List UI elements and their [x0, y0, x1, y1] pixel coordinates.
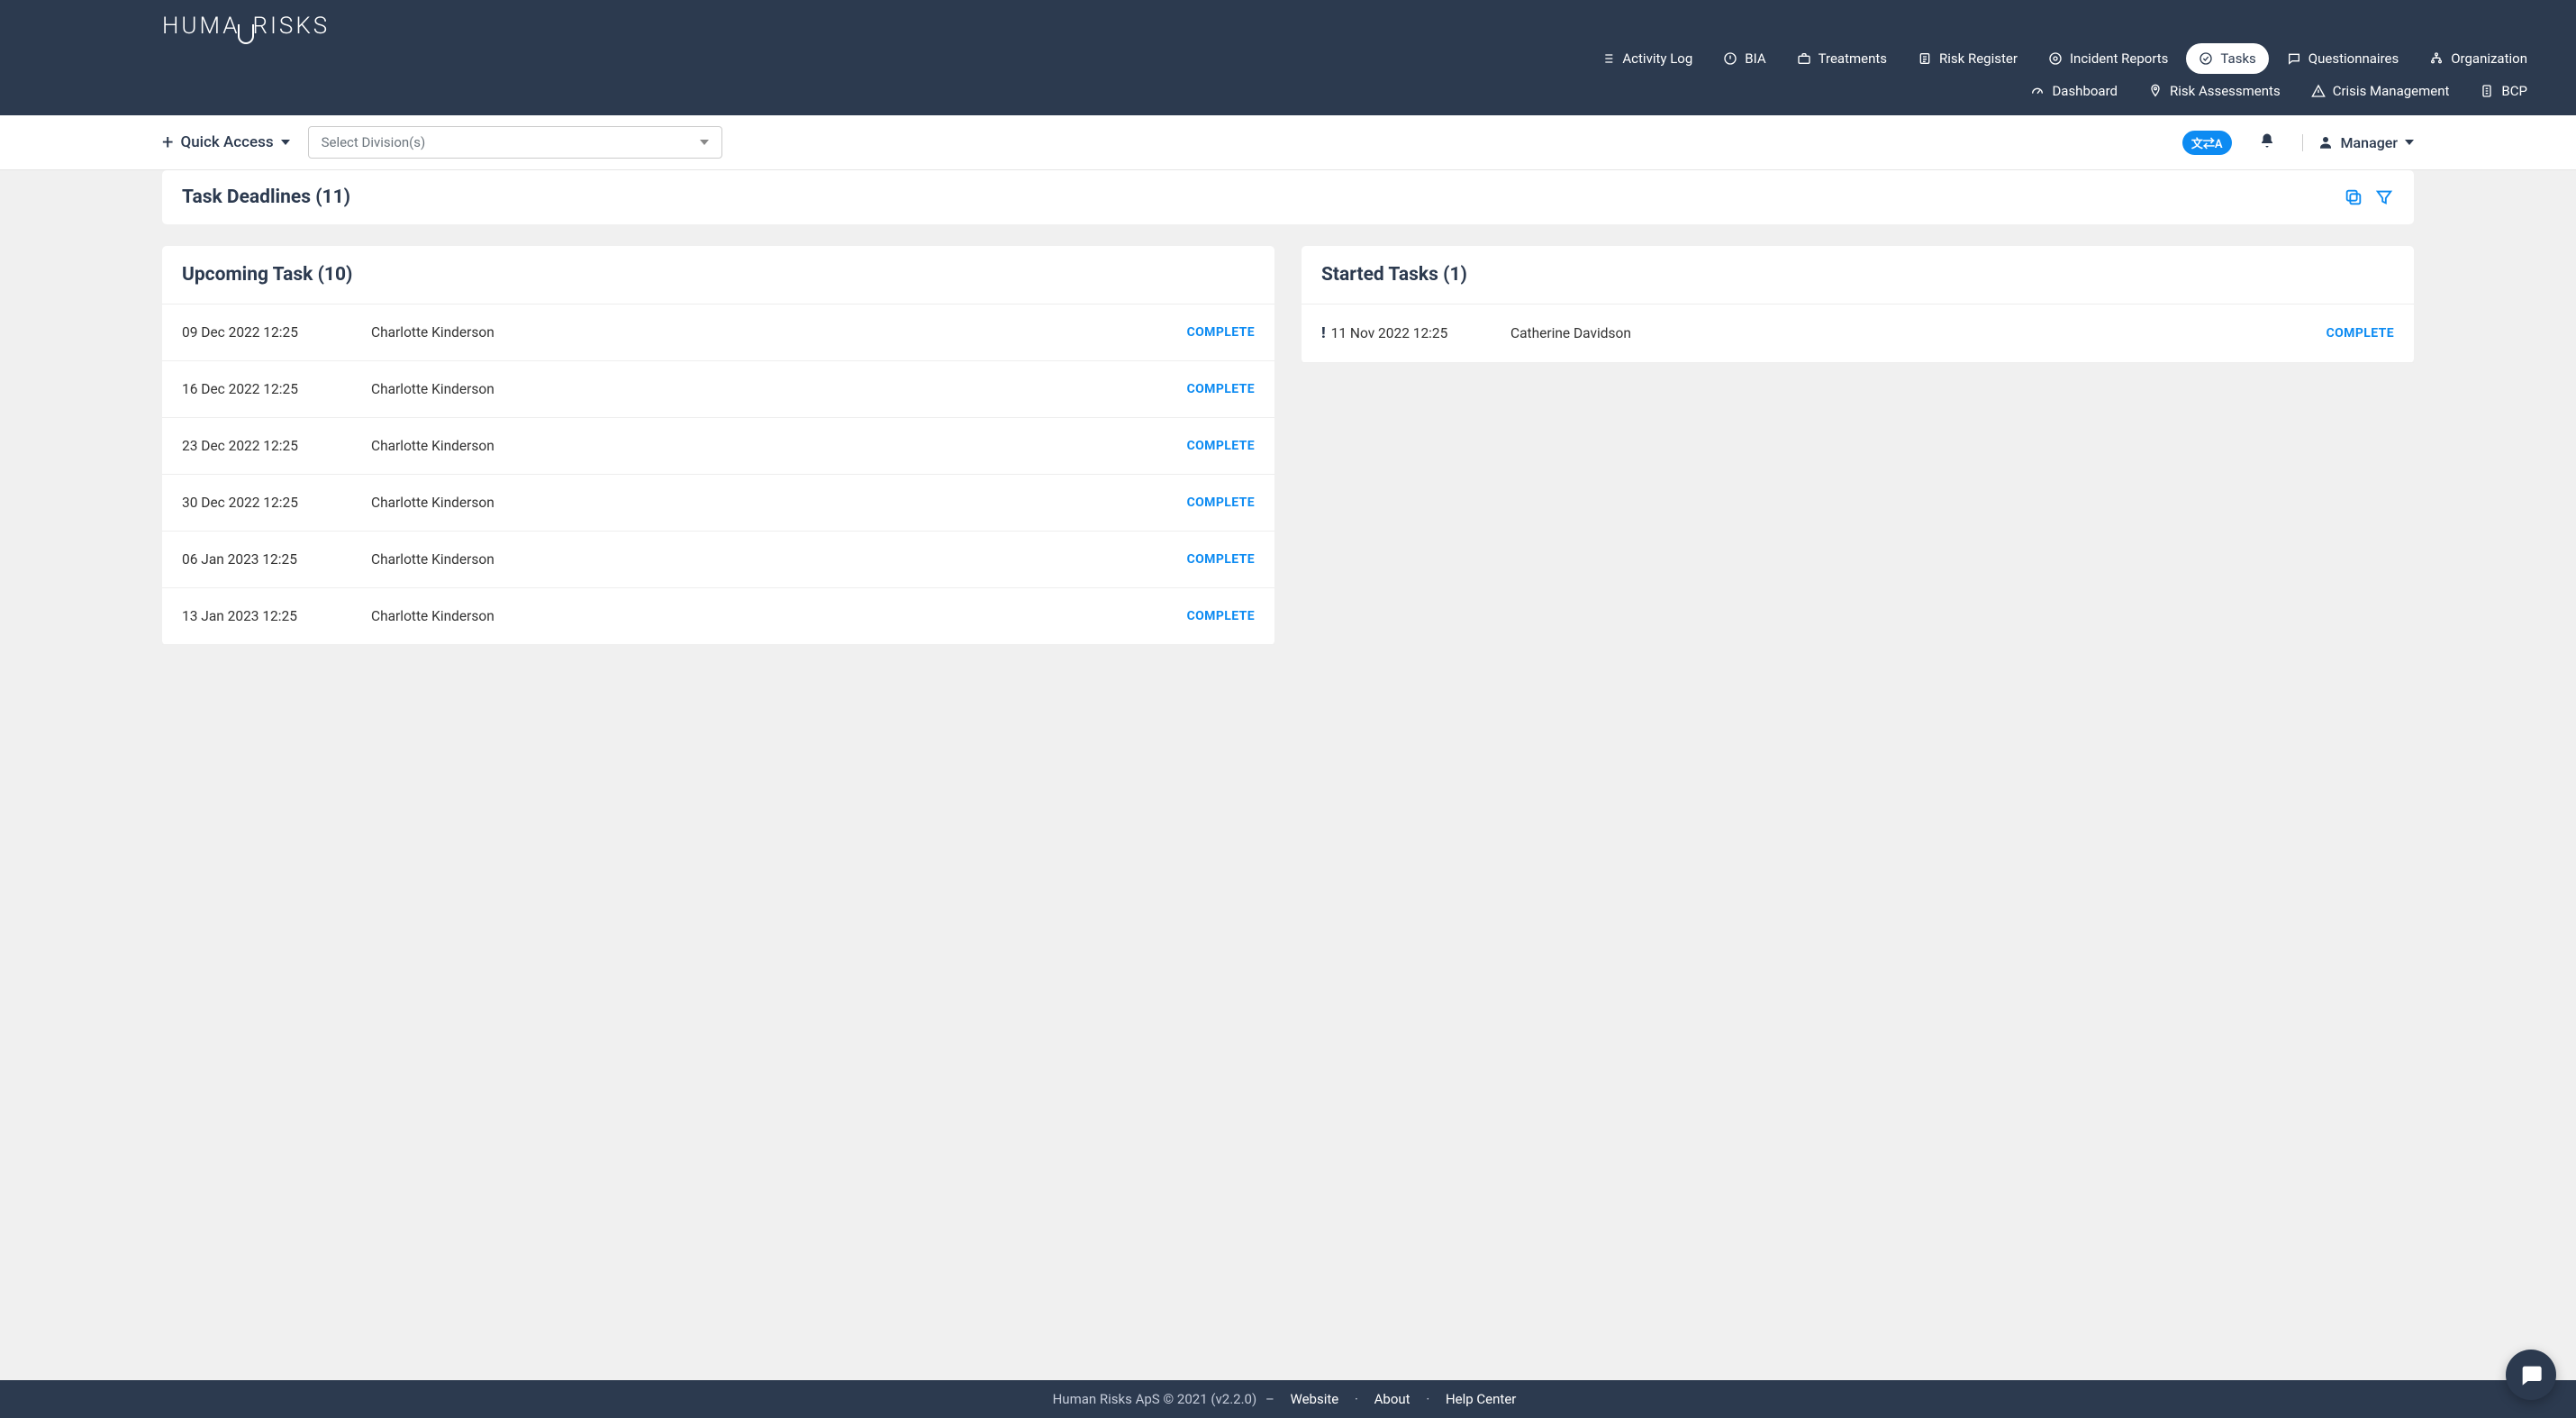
user-label: Manager: [2341, 134, 2398, 151]
user-icon: [2317, 134, 2334, 150]
filter-icon[interactable]: [2374, 187, 2394, 207]
list-icon: [1601, 51, 1615, 66]
task-date: 06 Jan 2023 12:25: [182, 551, 362, 568]
nav-dashboard[interactable]: Dashboard: [2018, 76, 2130, 106]
task-person: Charlotte Kinderson: [371, 438, 1178, 454]
target-icon: [2048, 51, 2063, 66]
upcoming-task-list[interactable]: 09 Dec 2022 12:25 Charlotte Kinderson COMP…: [162, 305, 1274, 645]
division-select[interactable]: Select Division(s): [308, 126, 722, 159]
task-row: 23 Dec 2022 12:25 Charlotte Kinderson COMP…: [162, 418, 1274, 475]
user-menu[interactable]: Manager: [2302, 134, 2414, 151]
nav-tasks[interactable]: Tasks: [2186, 43, 2268, 74]
pin-icon: [2148, 84, 2163, 98]
task-row: !11 Nov 2022 12:25 Catherine Davidson COMP…: [1302, 305, 2414, 363]
division-placeholder: Select Division(s): [322, 134, 426, 150]
nav-organization[interactable]: Organization: [2417, 43, 2540, 74]
started-task-list: !11 Nov 2022 12:25 Catherine Davidson COMP…: [1302, 305, 2414, 363]
footer-link-about[interactable]: About: [1374, 1391, 1410, 1407]
task-person: Catherine Davidson: [1510, 325, 2317, 341]
complete-button[interactable]: COMPLETE: [2327, 326, 2394, 341]
main-nav: Activity LogBIATreatmentsRisk RegisterIn…: [162, 43, 2540, 115]
task-person: Charlotte Kinderson: [371, 495, 1178, 511]
briefcase-icon: [1797, 51, 1811, 66]
toolbar: + Quick Access Select Division(s) 文⇄A Ma…: [0, 115, 2576, 170]
complete-button[interactable]: COMPLETE: [1187, 439, 1255, 453]
alert-circle-icon: [1723, 51, 1737, 66]
started-tasks-card: Started Tasks (1) !11 Nov 2022 12:25 Cath…: [1302, 246, 2414, 363]
complete-button[interactable]: COMPLETE: [1187, 609, 1255, 623]
quick-access-menu[interactable]: + Quick Access: [162, 132, 290, 154]
footer-copyright: Human Risks ApS © 2021 (v2.2.0): [1053, 1391, 1257, 1407]
warning-icon: [2311, 84, 2326, 98]
gauge-icon: [2030, 84, 2045, 98]
notifications-button[interactable]: [2250, 132, 2284, 152]
task-person: Charlotte Kinderson: [371, 381, 1178, 397]
complete-button[interactable]: COMPLETE: [1187, 552, 1255, 567]
task-date: 13 Jan 2023 12:25: [182, 608, 362, 624]
chat-button[interactable]: [2506, 1350, 2556, 1400]
nav-bia[interactable]: BIA: [1710, 43, 1778, 74]
chevron-down-icon: [700, 140, 709, 145]
upcoming-title: Upcoming Task (10): [182, 264, 1255, 286]
deadlines-title: Task Deadlines (11): [182, 186, 350, 208]
doc-icon: [2480, 84, 2494, 98]
task-person: Charlotte Kinderson: [371, 551, 1178, 568]
task-deadlines-header: Task Deadlines (11): [162, 170, 2414, 224]
task-person: Charlotte Kinderson: [371, 608, 1178, 624]
task-row: 16 Dec 2022 12:25 Charlotte Kinderson COMP…: [162, 361, 1274, 418]
task-row: 06 Jan 2023 12:25 Charlotte Kinderson COMP…: [162, 532, 1274, 588]
nav-risk-register[interactable]: Risk Register: [1905, 43, 2030, 74]
quick-access-label: Quick Access: [180, 133, 273, 151]
task-person: Charlotte Kinderson: [371, 324, 1178, 341]
nav-activity-log[interactable]: Activity Log: [1588, 43, 1705, 74]
upcoming-tasks-card: Upcoming Task (10) 09 Dec 2022 12:25 Char…: [162, 246, 1274, 645]
chevron-down-icon: [281, 140, 290, 145]
complete-button[interactable]: COMPLETE: [1187, 325, 1255, 340]
task-date: 30 Dec 2022 12:25: [182, 495, 362, 511]
nav-questionnaires[interactable]: Questionnaires: [2274, 43, 2411, 74]
complete-button[interactable]: COMPLETE: [1187, 382, 1255, 396]
task-date: 09 Dec 2022 12:25: [182, 324, 362, 341]
footer-link-website[interactable]: Website: [1291, 1391, 1339, 1407]
footer: Human Risks ApS © 2021 (v2.2.0) – Websit…: [0, 1380, 2576, 1418]
footer-link-help[interactable]: Help Center: [1446, 1391, 1516, 1407]
task-row: 13 Jan 2023 12:25 Charlotte Kinderson COMP…: [162, 588, 1274, 645]
complete-button[interactable]: COMPLETE: [1187, 495, 1255, 510]
main-content: Task Deadlines (11) Upcoming Task (10) 0…: [0, 170, 2576, 717]
task-date: 23 Dec 2022 12:25: [182, 438, 362, 454]
task-row: 30 Dec 2022 12:25 Charlotte Kinderson COMP…: [162, 475, 1274, 532]
task-date: 16 Dec 2022 12:25: [182, 381, 362, 397]
nav-treatments[interactable]: Treatments: [1784, 43, 1900, 74]
nav-bcp[interactable]: BCP: [2467, 76, 2540, 106]
copy-icon[interactable]: [2344, 187, 2363, 207]
message-icon: [2287, 51, 2301, 66]
org-icon: [2429, 51, 2444, 66]
alert-icon: !: [1321, 324, 1326, 342]
task-date: !11 Nov 2022 12:25: [1321, 324, 1501, 342]
nav-incident-reports[interactable]: Incident Reports: [2036, 43, 2181, 74]
language-toggle[interactable]: 文⇄A: [2182, 131, 2232, 155]
bell-icon: [2259, 132, 2275, 149]
brand-logo: HUMARISKS: [162, 13, 2540, 40]
started-title: Started Tasks (1): [1321, 264, 2394, 286]
plus-icon: +: [162, 132, 173, 154]
task-row: 09 Dec 2022 12:25 Charlotte Kinderson COMP…: [162, 305, 1274, 361]
clipboard-icon: [1918, 51, 1932, 66]
chat-icon: [2518, 1362, 2544, 1387]
app-header: HUMARISKS Activity LogBIATreatmentsRisk …: [0, 0, 2576, 115]
nav-crisis-management[interactable]: Crisis Management: [2299, 76, 2463, 106]
chevron-down-icon: [2405, 140, 2414, 145]
check-circle-icon: [2199, 51, 2213, 66]
nav-risk-assessments[interactable]: Risk Assessments: [2136, 76, 2293, 106]
